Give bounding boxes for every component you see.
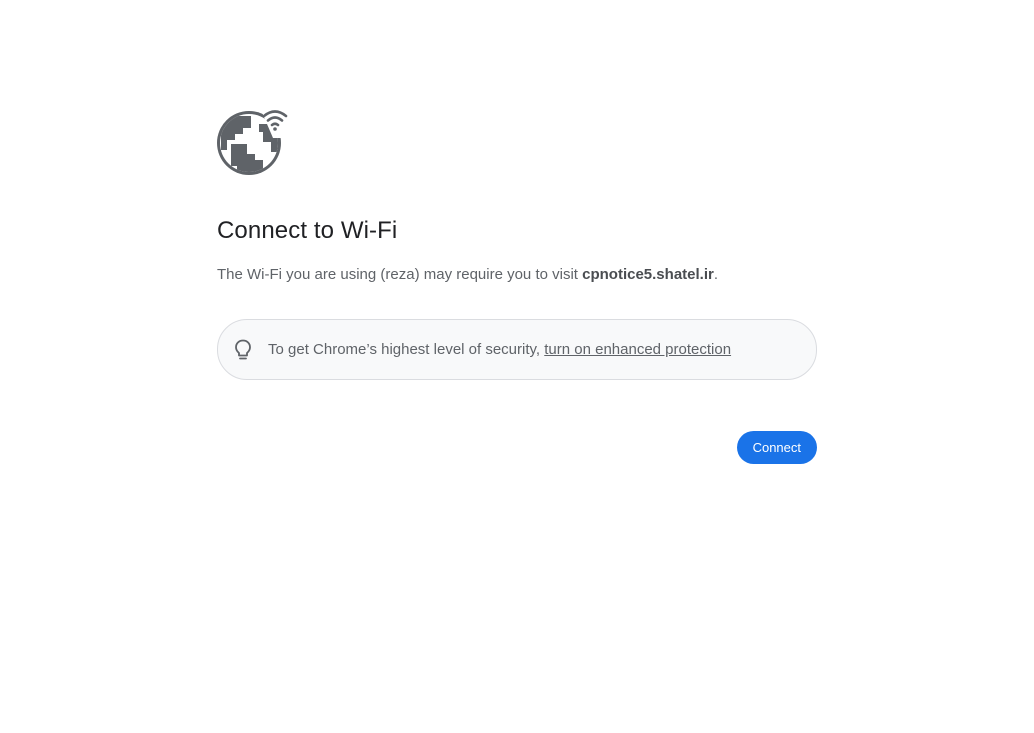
enhanced-protection-promo: To get Chrome’s highest level of securit…	[217, 319, 817, 380]
portal-domain: cpnotice5.shatel.ir	[582, 266, 714, 283]
interstitial-page: Connect to Wi-Fi The Wi-Fi you are using…	[0, 0, 1034, 733]
lightbulb-icon	[235, 339, 251, 359]
wifi-message: The Wi-Fi you are using (reza) may requi…	[217, 264, 817, 286]
globe-wifi-icon	[217, 110, 289, 175]
page-title: Connect to Wi-Fi	[217, 217, 398, 244]
message-suffix: .	[713, 266, 719, 283]
message-prefix: The Wi-Fi you are using (reza) may requi…	[217, 266, 583, 283]
connect-button[interactable]: Connect	[736, 431, 817, 464]
actions-bar: Connect	[217, 431, 817, 464]
promo-message: To get Chrome’s highest level of securit…	[268, 341, 545, 358]
promo-text: To get Chrome’s highest level of securit…	[268, 341, 731, 358]
main-content: Connect to Wi-Fi The Wi-Fi you are using…	[217, 110, 817, 464]
enhanced-protection-link[interactable]: turn on enhanced protection	[544, 341, 731, 358]
